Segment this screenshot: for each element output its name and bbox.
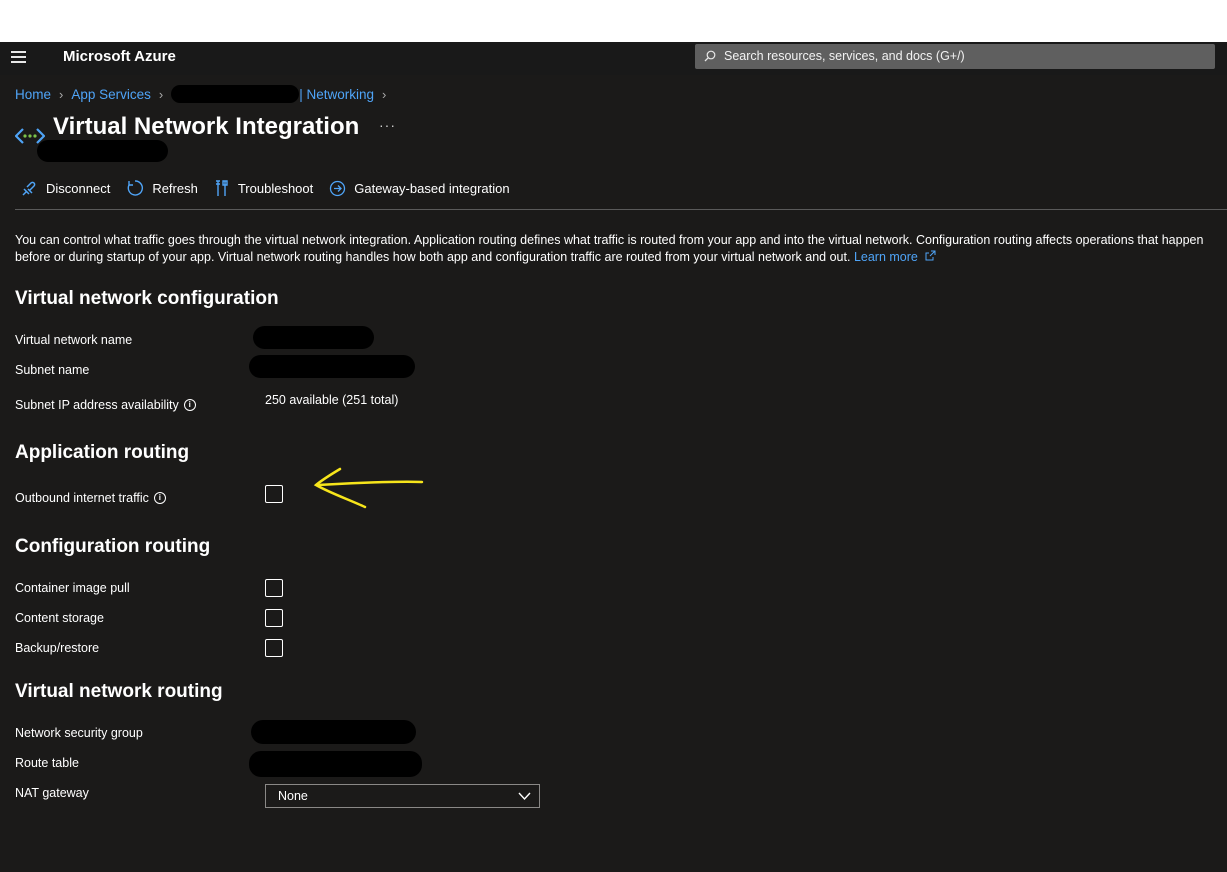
redacted-app-name bbox=[171, 85, 300, 103]
config-routing-heading: Configuration routing bbox=[15, 536, 211, 557]
breadcrumb-home[interactable]: Home bbox=[15, 87, 51, 102]
refresh-icon bbox=[128, 180, 144, 196]
refresh-label: Refresh bbox=[152, 180, 198, 196]
brand-title[interactable]: Microsoft Azure bbox=[63, 48, 176, 65]
troubleshoot-icon bbox=[215, 179, 228, 196]
more-options-icon[interactable]: ··· bbox=[379, 117, 396, 133]
outbound-traffic-checkbox[interactable] bbox=[265, 485, 283, 503]
disconnect-label: Disconnect bbox=[46, 180, 111, 196]
info-icon[interactable]: i bbox=[153, 492, 166, 504]
arrow-circle-right-icon bbox=[330, 180, 346, 196]
ip-availability-value: 250 available (251 total) bbox=[265, 393, 399, 407]
subnet-name-label: Subnet name bbox=[15, 363, 90, 377]
nat-gateway-value: None bbox=[278, 789, 308, 803]
refresh-button[interactable]: Refresh bbox=[126, 179, 198, 197]
app-routing-heading: Application routing bbox=[15, 442, 190, 463]
learn-more-link[interactable]: Learn more bbox=[854, 250, 936, 264]
command-bar: Disconnect Refresh Troubleshoot Gateway-… bbox=[21, 179, 526, 197]
vnet-name-label: Virtual network name bbox=[15, 333, 133, 347]
vnet-config-heading: Virtual network configuration bbox=[15, 288, 279, 309]
redacted-vnet-name bbox=[253, 326, 374, 349]
search-input[interactable]: Search resources, services, and docs (G+… bbox=[695, 44, 1215, 69]
content-storage-checkbox[interactable] bbox=[265, 609, 283, 627]
ip-availability-label: Subnet IP address availability i bbox=[15, 398, 196, 412]
top-bar: Microsoft Azure Search resources, servic… bbox=[0, 42, 1227, 75]
disconnect-icon bbox=[22, 181, 36, 196]
chevron-right-icon: › bbox=[158, 86, 164, 102]
gateway-integration-button[interactable]: Gateway-based integration bbox=[329, 180, 510, 197]
description-text: You can control what traffic goes throug… bbox=[15, 233, 1204, 264]
content-storage-label: Content storage bbox=[15, 611, 104, 625]
nat-gateway-label: NAT gateway bbox=[15, 786, 89, 800]
external-link-icon bbox=[925, 250, 936, 261]
annotation-arrow-icon bbox=[313, 467, 424, 509]
chevron-right-icon: › bbox=[382, 86, 387, 102]
nat-gateway-select[interactable]: None bbox=[265, 784, 540, 808]
disconnect-button[interactable]: Disconnect bbox=[21, 180, 110, 197]
backup-restore-label: Backup/restore bbox=[15, 641, 100, 655]
troubleshoot-button[interactable]: Troubleshoot bbox=[214, 179, 314, 197]
hamburger-menu-icon[interactable] bbox=[11, 51, 26, 65]
backup-restore-checkbox[interactable] bbox=[265, 639, 283, 657]
main-content: Home › App Services › | Networking › Vir… bbox=[0, 75, 1227, 872]
container-image-pull-label: Container image pull bbox=[15, 581, 130, 595]
breadcrumb-networking[interactable]: | Networking bbox=[299, 87, 374, 102]
chevron-down-icon bbox=[518, 792, 531, 801]
redacted-nsg bbox=[251, 720, 416, 744]
outbound-traffic-label: Outbound internet traffic i bbox=[15, 491, 166, 505]
learn-more-label: Learn more bbox=[853, 250, 918, 264]
nsg-label: Network security group bbox=[15, 726, 143, 740]
container-image-pull-checkbox[interactable] bbox=[265, 579, 283, 597]
gateway-label: Gateway-based integration bbox=[354, 180, 510, 196]
top-margin bbox=[0, 0, 1227, 42]
redacted-route-table bbox=[249, 751, 422, 777]
chevron-right-icon: › bbox=[59, 86, 64, 102]
redacted-subtitle bbox=[37, 140, 168, 162]
breadcrumb: Home › App Services › | Networking › bbox=[15, 85, 394, 103]
page-title: Virtual Network Integration bbox=[53, 113, 360, 140]
info-icon[interactable]: i bbox=[183, 399, 196, 411]
search-placeholder: Search resources, services, and docs (G+… bbox=[724, 49, 965, 63]
page: Microsoft Azure Search resources, servic… bbox=[0, 0, 1227, 872]
ip-availability-text: Subnet IP address availability bbox=[15, 398, 179, 412]
redacted-subnet-name bbox=[249, 355, 415, 378]
troubleshoot-label: Troubleshoot bbox=[237, 180, 314, 196]
vnet-routing-heading: Virtual network routing bbox=[15, 681, 223, 702]
search-icon bbox=[704, 50, 716, 62]
outbound-traffic-text: Outbound internet traffic bbox=[15, 491, 149, 505]
divider bbox=[15, 209, 1227, 210]
breadcrumb-app-services[interactable]: App Services bbox=[71, 87, 151, 102]
description: You can control what traffic goes throug… bbox=[15, 232, 1215, 266]
route-table-label: Route table bbox=[15, 756, 79, 770]
